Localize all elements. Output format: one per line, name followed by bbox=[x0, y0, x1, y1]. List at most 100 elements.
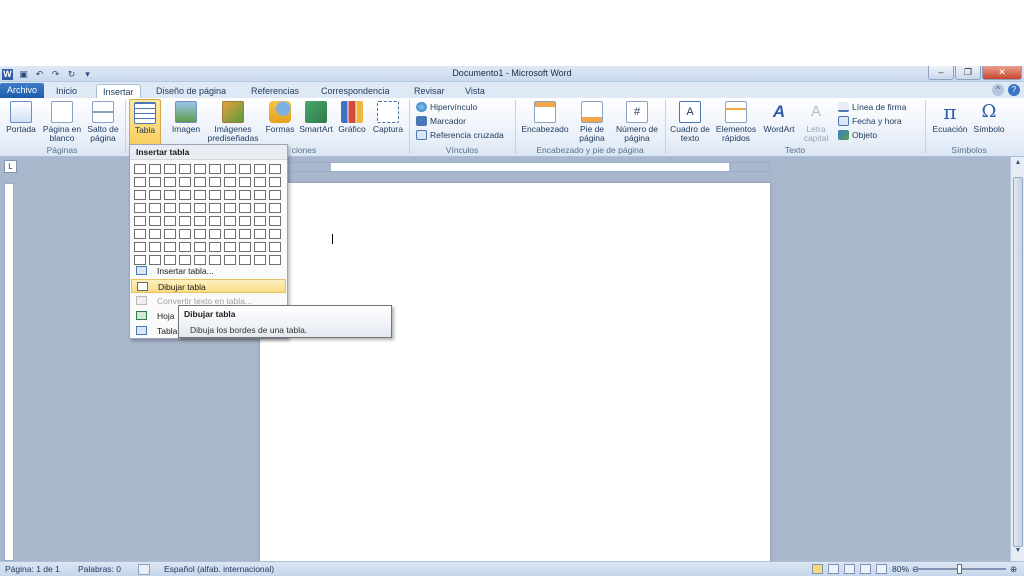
restore-button[interactable]: ❐ bbox=[955, 66, 981, 80]
grid-cell[interactable] bbox=[254, 229, 266, 239]
grid-cell[interactable] bbox=[149, 229, 161, 239]
menu-dibujar-tabla[interactable]: Dibujar tabla bbox=[131, 279, 286, 293]
grid-cell[interactable] bbox=[224, 177, 236, 187]
vertical-ruler[interactable] bbox=[4, 183, 14, 561]
grid-cell[interactable] bbox=[254, 190, 266, 200]
elementos-rapidos-button[interactable]: Elementos rápidos bbox=[712, 101, 760, 143]
proofing-icon[interactable] bbox=[138, 564, 150, 575]
tabla-button[interactable]: Tabla bbox=[129, 99, 161, 145]
grafico-button[interactable]: Gráfico bbox=[334, 101, 370, 134]
web-layout-icon[interactable] bbox=[844, 564, 855, 574]
linea-de-firma-button[interactable]: Línea de firma bbox=[838, 101, 906, 113]
encabezado-button[interactable]: Encabezado bbox=[518, 101, 572, 134]
grid-cell[interactable] bbox=[209, 242, 221, 252]
grid-cell[interactable] bbox=[209, 177, 221, 187]
close-button[interactable]: ✕ bbox=[982, 66, 1022, 80]
fecha-y-hora-button[interactable]: Fecha y hora bbox=[838, 115, 902, 127]
tab-correspondencia[interactable]: Correspondencia bbox=[315, 84, 396, 98]
tab-diseno[interactable]: Diseño de página bbox=[150, 84, 232, 98]
grid-cell[interactable] bbox=[239, 216, 251, 226]
vertical-scrollbar[interactable]: ▲ ▼ bbox=[1010, 157, 1024, 561]
tab-insertar[interactable]: Insertar bbox=[96, 84, 141, 99]
grid-cell[interactable] bbox=[179, 203, 191, 213]
ruler-tab-selector[interactable]: L bbox=[4, 160, 17, 173]
pie-de-pagina-button[interactable]: Pie de página bbox=[573, 101, 611, 143]
scroll-down-icon[interactable]: ▼ bbox=[1012, 547, 1024, 559]
grid-cell[interactable] bbox=[269, 242, 281, 252]
status-words[interactable]: Palabras: 0 bbox=[78, 564, 121, 575]
portada-button[interactable]: Portada bbox=[2, 101, 40, 134]
grid-cell[interactable] bbox=[134, 242, 146, 252]
objeto-button[interactable]: Objeto bbox=[838, 129, 877, 141]
grid-cell[interactable] bbox=[209, 203, 221, 213]
minimize-button[interactable]: – bbox=[928, 66, 954, 80]
table-size-grid[interactable] bbox=[134, 160, 286, 265]
grid-cell[interactable] bbox=[134, 216, 146, 226]
referencia-cruzada-button[interactable]: Referencia cruzada bbox=[416, 129, 504, 141]
grid-cell[interactable] bbox=[254, 177, 266, 187]
hipervinculo-button[interactable]: Hipervínculo bbox=[416, 101, 477, 113]
smartart-button[interactable]: SmartArt bbox=[298, 101, 334, 134]
print-layout-icon[interactable] bbox=[812, 564, 823, 574]
tab-vista[interactable]: Vista bbox=[459, 84, 491, 98]
grid-cell[interactable] bbox=[164, 177, 176, 187]
grid-cell[interactable] bbox=[134, 229, 146, 239]
scroll-up-icon[interactable]: ▲ bbox=[1012, 159, 1024, 171]
tab-archivo[interactable]: Archivo bbox=[0, 83, 44, 98]
status-page[interactable]: Página: 1 de 1 bbox=[5, 564, 60, 575]
grid-cell[interactable] bbox=[179, 216, 191, 226]
grid-cell[interactable] bbox=[164, 203, 176, 213]
grid-cell[interactable] bbox=[269, 203, 281, 213]
grid-cell[interactable] bbox=[164, 164, 176, 174]
grid-cell[interactable] bbox=[239, 190, 251, 200]
grid-cell[interactable] bbox=[269, 216, 281, 226]
letra-capital-button[interactable]: A Letra capital bbox=[798, 101, 834, 143]
grid-cell[interactable] bbox=[149, 190, 161, 200]
full-screen-reading-icon[interactable] bbox=[828, 564, 839, 574]
grid-cell[interactable] bbox=[149, 203, 161, 213]
pagina-en-blanco-button[interactable]: Página en blanco bbox=[40, 101, 84, 143]
tab-revisar[interactable]: Revisar bbox=[408, 84, 451, 98]
grid-cell[interactable] bbox=[254, 242, 266, 252]
marcador-button[interactable]: Marcador bbox=[416, 115, 466, 127]
grid-cell[interactable] bbox=[164, 229, 176, 239]
imagenes-prediseñadas-button[interactable]: Imágenes prediseñadas bbox=[204, 101, 262, 143]
status-zoom[interactable]: 80% bbox=[892, 564, 909, 575]
grid-cell[interactable] bbox=[209, 190, 221, 200]
menu-insertar-tabla[interactable]: Insertar tabla... bbox=[131, 264, 286, 278]
grid-cell[interactable] bbox=[194, 190, 206, 200]
grid-cell[interactable] bbox=[239, 177, 251, 187]
grid-cell[interactable] bbox=[134, 190, 146, 200]
status-language[interactable]: Español (alfab. internacional) bbox=[164, 564, 274, 575]
grid-cell[interactable] bbox=[269, 164, 281, 174]
outline-icon[interactable] bbox=[860, 564, 871, 574]
grid-cell[interactable] bbox=[194, 164, 206, 174]
grid-cell[interactable] bbox=[179, 177, 191, 187]
salto-de-pagina-button[interactable]: Salto de página bbox=[84, 101, 122, 143]
grid-cell[interactable] bbox=[179, 229, 191, 239]
grid-cell[interactable] bbox=[239, 203, 251, 213]
tab-referencias[interactable]: Referencias bbox=[245, 84, 305, 98]
grid-cell[interactable] bbox=[239, 229, 251, 239]
draft-icon[interactable] bbox=[876, 564, 887, 574]
grid-cell[interactable] bbox=[224, 164, 236, 174]
grid-cell[interactable] bbox=[149, 164, 161, 174]
grid-cell[interactable] bbox=[209, 229, 221, 239]
grid-cell[interactable] bbox=[194, 229, 206, 239]
grid-cell[interactable] bbox=[224, 216, 236, 226]
grid-cell[interactable] bbox=[149, 177, 161, 187]
grid-cell[interactable] bbox=[269, 190, 281, 200]
grid-cell[interactable] bbox=[224, 190, 236, 200]
grid-cell[interactable] bbox=[239, 242, 251, 252]
help-icon[interactable]: ? bbox=[1008, 84, 1020, 96]
grid-cell[interactable] bbox=[254, 216, 266, 226]
horizontal-ruler[interactable] bbox=[260, 162, 770, 172]
grid-cell[interactable] bbox=[194, 203, 206, 213]
grid-cell[interactable] bbox=[194, 216, 206, 226]
grid-cell[interactable] bbox=[269, 177, 281, 187]
grid-cell[interactable] bbox=[164, 216, 176, 226]
grid-cell[interactable] bbox=[134, 164, 146, 174]
grid-cell[interactable] bbox=[224, 229, 236, 239]
grid-cell[interactable] bbox=[209, 164, 221, 174]
grid-cell[interactable] bbox=[164, 190, 176, 200]
